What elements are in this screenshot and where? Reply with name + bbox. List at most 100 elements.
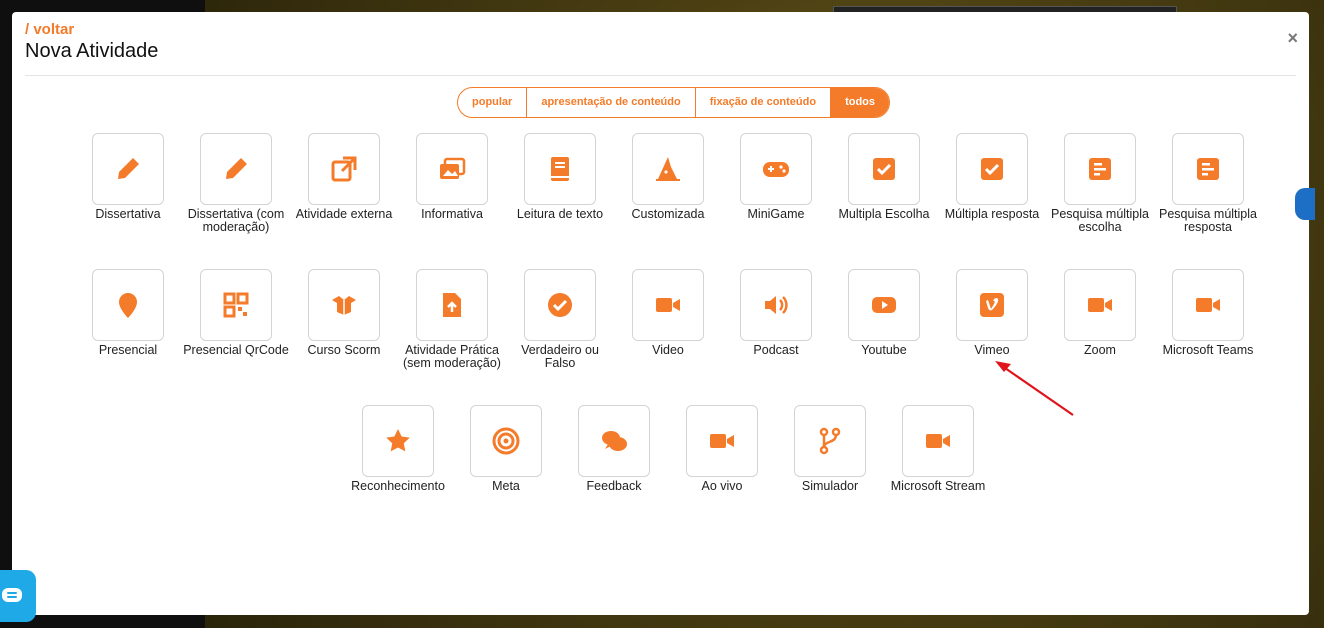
activity-tile-label: Microsoft Teams xyxy=(1162,343,1254,357)
map-pin-icon xyxy=(119,293,137,318)
activity-tile-icon-box[interactable] xyxy=(632,133,704,205)
star-icon xyxy=(386,429,410,452)
activity-tile-label: Ao vivo xyxy=(701,479,743,493)
activity-tile-icon-box[interactable] xyxy=(632,269,704,341)
activity-tile-icon-box[interactable] xyxy=(470,405,542,477)
video-icon xyxy=(926,434,950,448)
close-button[interactable]: × xyxy=(1287,28,1298,49)
video-icon xyxy=(656,298,680,312)
activity-tile[interactable]: Vimeo xyxy=(938,269,1046,357)
activity-tile[interactable]: Zoom xyxy=(1046,269,1154,357)
video-icon xyxy=(1196,298,1220,312)
activity-tile-icon-box[interactable] xyxy=(1064,269,1136,341)
activity-tile-icon-box[interactable] xyxy=(902,405,974,477)
activity-tile[interactable]: Dissertativa xyxy=(74,133,182,221)
activity-tile-icon-box[interactable] xyxy=(308,269,380,341)
qrcode-icon xyxy=(223,292,249,318)
activity-tile-icon-box[interactable] xyxy=(308,133,380,205)
activity-tile-icon-box[interactable] xyxy=(200,133,272,205)
activity-tile-label: Atividade externa xyxy=(295,207,393,221)
activity-tile[interactable]: Atividade externa xyxy=(290,133,398,221)
activity-tile-label: Presencial xyxy=(98,343,158,357)
activity-tile-icon-box[interactable] xyxy=(1172,269,1244,341)
modal-header: / voltar Nova Atividade × xyxy=(25,20,1298,76)
file-upload-icon xyxy=(443,293,461,317)
chat-icon xyxy=(2,588,22,602)
activity-tile-label: Multipla Escolha xyxy=(838,207,930,221)
back-link[interactable]: / voltar xyxy=(25,21,74,38)
activity-tile[interactable]: Múltipla resposta xyxy=(938,133,1046,221)
activity-tile-icon-box[interactable] xyxy=(92,269,164,341)
activity-tile[interactable]: Curso Scorm xyxy=(290,269,398,357)
activity-tile[interactable]: Leitura de texto xyxy=(506,133,614,221)
activity-tile[interactable]: Multipla Escolha xyxy=(830,133,938,221)
activity-tile-icon-box[interactable] xyxy=(416,133,488,205)
tab-content-presentation[interactable]: apresentação de conteúdo xyxy=(526,88,694,117)
activity-tile-label: Simulador xyxy=(801,479,859,493)
activity-tile-label: Dissertativa xyxy=(95,207,161,221)
activity-tile[interactable]: Microsoft Stream xyxy=(884,405,992,493)
activity-tile-label: Dissertativa (com moderação) xyxy=(187,207,285,234)
activity-tile-label: Meta xyxy=(492,479,520,493)
activity-tile[interactable]: Presencial QrCode xyxy=(182,269,290,357)
activity-tile-icon-box[interactable] xyxy=(1172,133,1244,205)
activity-tile[interactable]: Podcast xyxy=(722,269,830,357)
activity-tile-icon-box[interactable] xyxy=(740,269,812,341)
tab-popular[interactable]: popular xyxy=(458,88,526,117)
activity-tile[interactable]: Reconhecimento xyxy=(344,405,452,493)
activity-tile[interactable]: Presencial xyxy=(74,269,182,357)
activity-tile-icon-box[interactable] xyxy=(794,405,866,477)
activity-tile-icon-box[interactable] xyxy=(578,405,650,477)
activity-tile-icon-box[interactable] xyxy=(416,269,488,341)
speaker-icon xyxy=(765,296,788,314)
activity-tile[interactable]: Microsoft Teams xyxy=(1154,269,1262,357)
activity-tile[interactable]: Youtube xyxy=(830,269,938,357)
activity-tile[interactable]: Pesquisa múltipla resposta xyxy=(1154,133,1262,234)
activity-tile-icon-box[interactable] xyxy=(956,133,1028,205)
activity-tile-icon-box[interactable] xyxy=(848,133,920,205)
youtube-icon xyxy=(872,297,896,313)
comments-icon xyxy=(602,431,627,451)
new-activity-modal: / voltar Nova Atividade × popular aprese… xyxy=(12,12,1315,615)
tab-content-fixation[interactable]: fixação de conteúdo xyxy=(694,88,830,117)
activity-tile-label: Verdadeiro ou Falso xyxy=(521,343,599,370)
activity-tile-label: Pesquisa múltipla resposta xyxy=(1159,207,1257,234)
activity-tile[interactable]: Customizada xyxy=(614,133,722,221)
activity-tile-icon-box[interactable] xyxy=(200,269,272,341)
activity-tile-label: MiniGame xyxy=(747,207,805,221)
activity-tile[interactable]: Video xyxy=(614,269,722,357)
activity-tile[interactable]: Pesquisa múltipla escolha xyxy=(1046,133,1154,234)
accessibility-widget[interactable] xyxy=(1295,188,1315,220)
activity-tile-label: Customizada xyxy=(631,207,705,221)
activity-tile-icon-box[interactable] xyxy=(1064,133,1136,205)
vimeo-icon xyxy=(980,293,1004,317)
activity-tile-icon-box[interactable] xyxy=(686,405,758,477)
activity-tile[interactable]: Meta xyxy=(452,405,560,493)
activity-tile[interactable]: Simulador xyxy=(776,405,884,493)
activity-tile-icon-box[interactable] xyxy=(362,405,434,477)
activity-tile-label: Curso Scorm xyxy=(307,343,381,357)
images-icon xyxy=(440,157,466,179)
activity-tile[interactable]: Feedback xyxy=(560,405,668,493)
activity-tile[interactable]: Atividade Prática (sem moderação) xyxy=(398,269,506,370)
check-circle-icon xyxy=(548,293,572,317)
activity-tile-icon-box[interactable] xyxy=(524,133,596,205)
code-branch-icon xyxy=(819,427,841,455)
activity-tile-label: Pesquisa múltipla escolha xyxy=(1051,207,1149,234)
video-icon xyxy=(710,434,734,448)
activity-tile-icon-box[interactable] xyxy=(740,133,812,205)
activity-tile-icon-box[interactable] xyxy=(524,269,596,341)
activity-tile-icon-box[interactable] xyxy=(956,269,1028,341)
activity-tile[interactable]: MiniGame xyxy=(722,133,830,221)
activity-tile-icon-box[interactable] xyxy=(848,269,920,341)
activity-tile-icon-box[interactable] xyxy=(92,133,164,205)
activity-tile[interactable]: Verdadeiro ou Falso xyxy=(506,269,614,370)
tab-all[interactable]: todos xyxy=(830,88,890,117)
pencil-icon xyxy=(226,158,247,179)
activity-tile[interactable]: Dissertativa (com moderação) xyxy=(182,133,290,234)
activity-tile-label: Informativa xyxy=(421,207,483,221)
activity-tile[interactable]: Ao vivo xyxy=(668,405,776,493)
activity-tile-label: Video xyxy=(652,343,684,357)
chat-button[interactable] xyxy=(0,570,36,622)
activity-tile[interactable]: Informativa xyxy=(398,133,506,221)
